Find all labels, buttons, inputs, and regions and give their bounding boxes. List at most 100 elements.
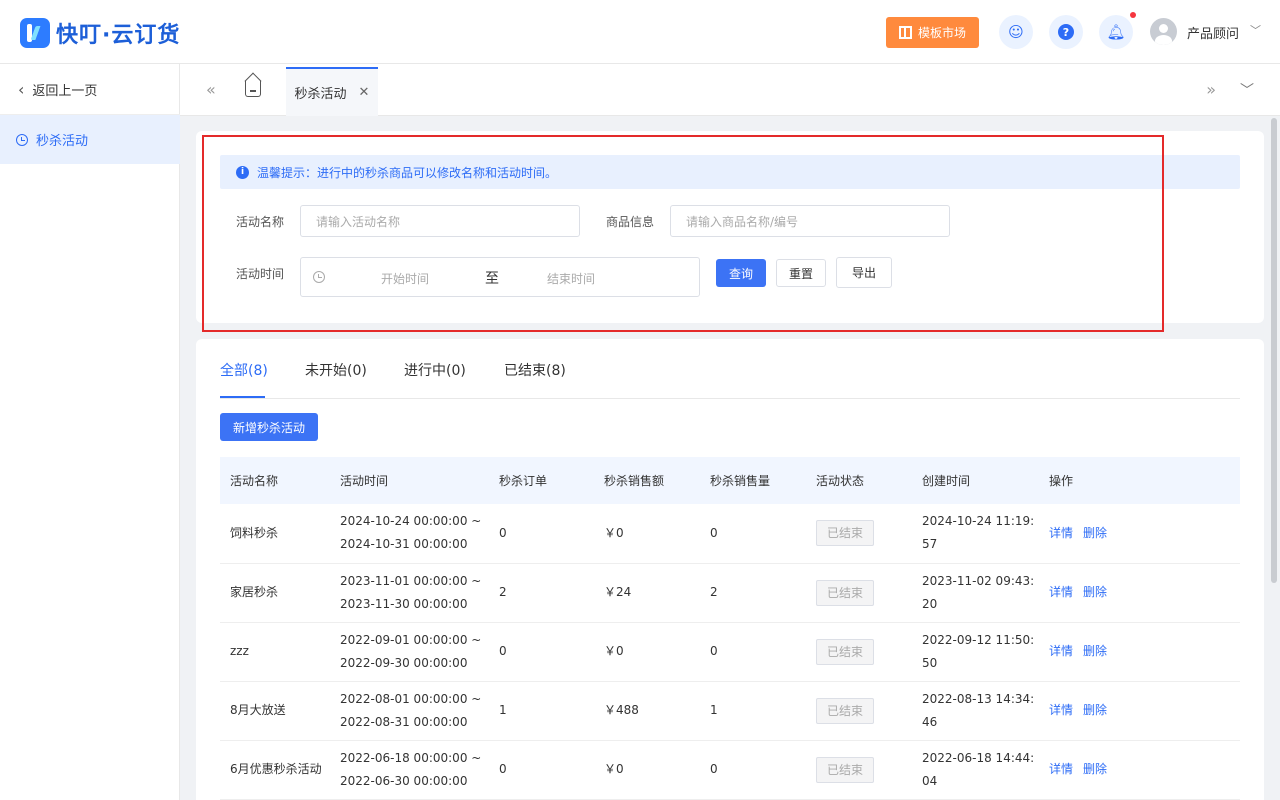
status-badge: 已结束 (816, 520, 874, 547)
notification-dot (1130, 12, 1136, 18)
activity-time-cell: 2022-09-01 00:00:00 ~ 2022-09-30 00:00:0… (330, 622, 489, 682)
notice-text: 温馨提示：进行中的秒杀商品可以修改名称和活动时间。 (257, 165, 558, 180)
template-market-button[interactable]: 模板市场 (886, 17, 979, 48)
created-time-cell: 2022-08-13 14:34:46 (912, 681, 1039, 741)
sidebar-item-label: 秒杀活动 (36, 134, 89, 149)
notification-button[interactable]: 🔔︎ (1099, 15, 1133, 49)
product-info-input[interactable]: 请输入商品名称/编号 (670, 205, 950, 237)
column-header: 活动名称 (220, 457, 330, 504)
bell-icon: 🔔︎ (1106, 22, 1126, 41)
sales-amount-cell: ￥488 (594, 681, 700, 741)
actions-cell: 详情 删除 (1039, 740, 1240, 800)
table-row: 6月优惠秒杀活动 2022-06-18 00:00:00 ~ 2022-06-3… (220, 740, 1240, 800)
back-button[interactable]: ‹ 返回上一页 (18, 80, 97, 99)
export-button[interactable]: 导出 (836, 257, 892, 288)
chevron-down-icon[interactable]: ﹀ (1250, 22, 1261, 38)
activity-time-cell: 2024-10-24 00:00:00 ~ 2024-10-31 00:00:0… (330, 504, 489, 564)
home-icon[interactable] (245, 81, 261, 97)
column-header: 操作 (1039, 457, 1240, 504)
template-market-label: 模板市场 (917, 26, 966, 40)
scroll-left-icon[interactable]: « (206, 80, 216, 99)
activity-time-label: 活动时间 (236, 267, 285, 281)
start-time-input[interactable]: 开始时间 (381, 270, 429, 287)
sales-amount-cell: ￥0 (594, 740, 700, 800)
sidebar: ‹ 返回上一页 秒杀活动 (0, 64, 180, 800)
detail-link[interactable]: 详情 (1049, 644, 1073, 658)
delete-link[interactable]: 删除 (1083, 526, 1107, 540)
detail-link[interactable]: 详情 (1049, 703, 1073, 717)
detail-link[interactable]: 详情 (1049, 585, 1073, 599)
detail-link[interactable]: 详情 (1049, 762, 1073, 776)
help-button[interactable]: ? (1049, 15, 1083, 49)
status-cell: 已结束 (806, 622, 912, 682)
orders-cell: 0 (489, 622, 594, 682)
sales-qty-cell: 0 (700, 740, 806, 800)
activity-name-cell: zzz (220, 622, 330, 682)
orders-cell: 2 (489, 563, 594, 623)
actions-cell: 详情 删除 (1039, 622, 1240, 682)
chevron-left-icon: ‹ (18, 80, 25, 99)
help-icon: ? (1058, 24, 1074, 40)
info-icon: i (236, 165, 249, 179)
status-cell: 已结束 (806, 563, 912, 623)
actions-cell: 详情 删除 (1039, 504, 1240, 564)
customer-service-button[interactable]: ☺ (999, 15, 1033, 49)
created-time-cell: 2022-09-12 11:50:50 (912, 622, 1039, 682)
reset-button[interactable]: 重置 (776, 259, 826, 287)
sidebar-item-flash-sale[interactable]: 秒杀活动 (0, 115, 180, 164)
tab-flash-sale[interactable]: 秒杀活动 ✕ (286, 67, 378, 116)
sales-qty-cell: 1 (700, 681, 806, 741)
end-time-input[interactable]: 结束时间 (547, 270, 595, 287)
table-row: zzz 2022-09-01 00:00:00 ~ 2022-09-30 00:… (220, 622, 1240, 682)
created-time-cell: 2024-10-24 11:19:57 (912, 504, 1039, 564)
delete-link[interactable]: 删除 (1083, 585, 1107, 599)
column-header: 秒杀销售额 (594, 457, 700, 504)
column-header: 活动状态 (806, 457, 912, 504)
product-info-label: 商品信息 (606, 215, 655, 229)
activity-name-input[interactable]: 请输入活动名称 (300, 205, 580, 237)
status-badge: 已结束 (816, 756, 874, 783)
clock-icon (313, 271, 325, 283)
top-header: 快叮·云订货 模板市场 ☺ ? 🔔︎ 产品顾问 ﹀ (0, 0, 1280, 64)
tab-all[interactable]: 全部(8) (220, 360, 268, 380)
template-icon (898, 26, 912, 39)
activity-name-label: 活动名称 (236, 215, 285, 229)
activity-time-cell: 2023-11-01 00:00:00 ~ 2023-11-30 00:00:0… (330, 563, 489, 623)
notice-banner: i 温馨提示：进行中的秒杀商品可以修改名称和活动时间。 (220, 155, 1240, 189)
page-scrollbar[interactable] (1271, 118, 1277, 583)
actions-cell: 详情 删除 (1039, 563, 1240, 623)
date-range-picker[interactable]: 开始时间 至 结束时间 (300, 257, 700, 297)
scroll-right-icon[interactable]: » (1206, 80, 1216, 99)
range-separator: 至 (485, 271, 499, 287)
query-button[interactable]: 查询 (716, 259, 766, 287)
filter-panel: i 温馨提示：进行中的秒杀商品可以修改名称和活动时间。 活动名称 请输入活动名称… (196, 131, 1264, 323)
activity-name-cell: 饲料秒杀 (220, 504, 330, 564)
status-badge: 已结束 (816, 697, 874, 724)
delete-link[interactable]: 删除 (1083, 644, 1107, 658)
app-logo[interactable]: 快叮·云订货 (20, 17, 180, 49)
back-label: 返回上一页 (32, 84, 98, 99)
detail-link[interactable]: 详情 (1049, 526, 1073, 540)
sales-qty-cell: 0 (700, 622, 806, 682)
tab-not-started[interactable]: 未开始(0) (305, 360, 367, 380)
table-row: 家居秒杀 2023-11-01 00:00:00 ~ 2023-11-30 00… (220, 563, 1240, 623)
status-cell: 已结束 (806, 504, 912, 564)
avatar[interactable] (1150, 18, 1177, 45)
activity-name-cell: 8月大放送 (220, 681, 330, 741)
sales-qty-cell: 0 (700, 504, 806, 564)
delete-link[interactable]: 删除 (1083, 762, 1107, 776)
column-header: 创建时间 (912, 457, 1039, 504)
created-time-cell: 2022-06-18 14:44:04 (912, 740, 1039, 800)
status-cell: 已结束 (806, 740, 912, 800)
delete-link[interactable]: 删除 (1083, 703, 1107, 717)
tab-bar: « 秒杀活动 ✕ » ﹀ (180, 64, 1280, 116)
chevron-down-icon[interactable]: ﹀ (1240, 80, 1254, 100)
sales-qty-cell: 2 (700, 563, 806, 623)
created-time-cell: 2023-11-02 09:43:20 (912, 563, 1039, 623)
tab-ended[interactable]: 已结束(8) (504, 360, 566, 380)
user-name[interactable]: 产品顾问 (1187, 23, 1239, 42)
tab-in-progress[interactable]: 进行中(0) (404, 360, 466, 380)
close-icon[interactable]: ✕ (359, 85, 370, 100)
add-flash-sale-button[interactable]: 新增秒杀活动 (220, 413, 318, 441)
activity-table: 活动名称 活动时间 秒杀订单 秒杀销售额 秒杀销售量 活动状态 创建时间 操作 … (220, 457, 1240, 800)
